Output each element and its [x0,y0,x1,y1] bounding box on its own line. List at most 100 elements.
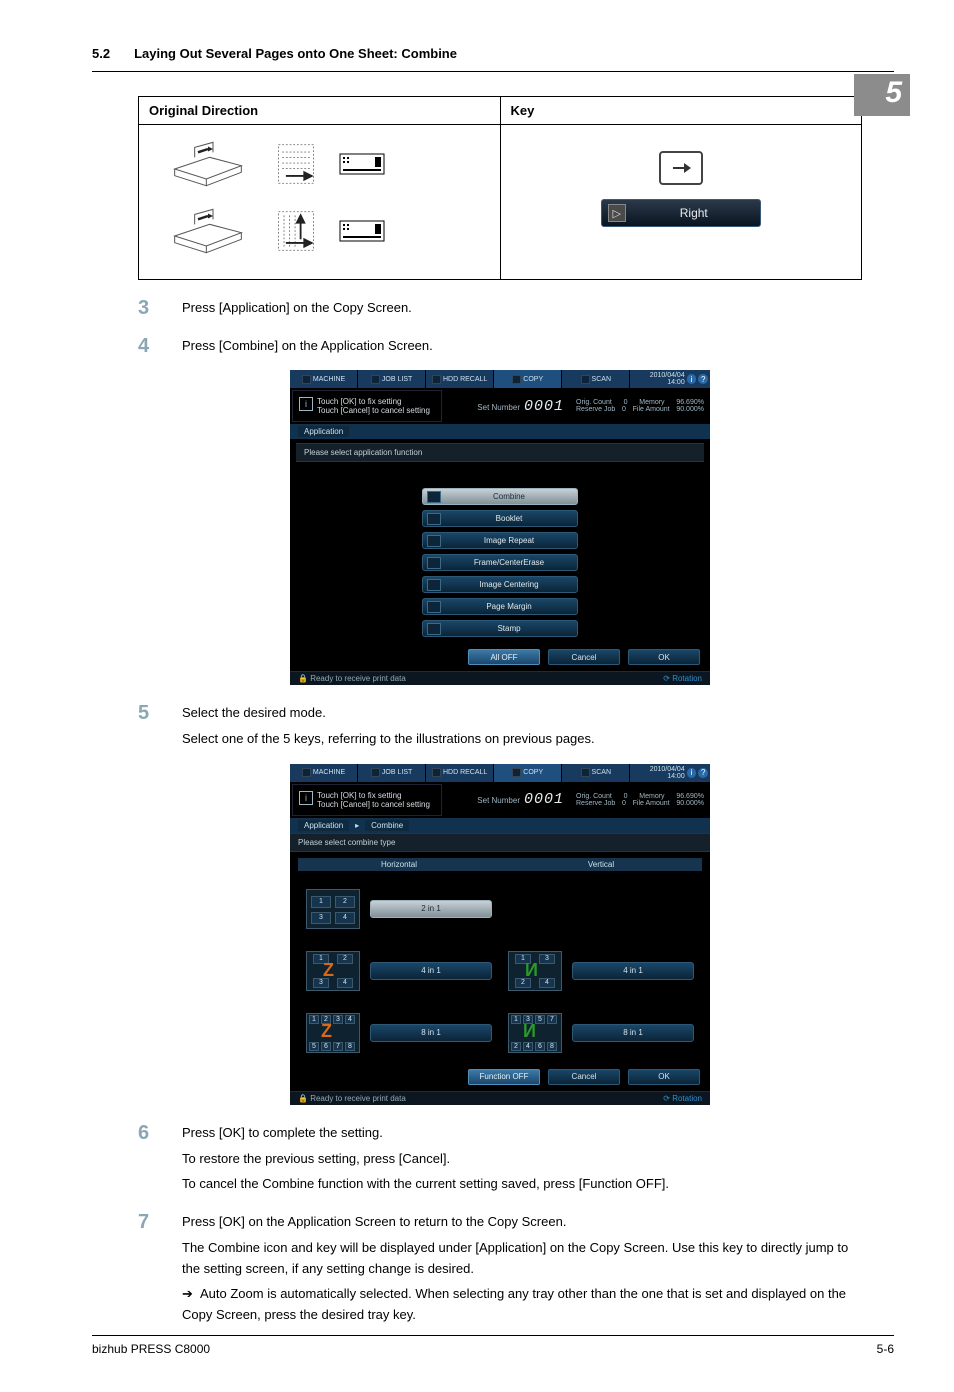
printer-icon [163,139,253,192]
tab-joblist[interactable]: JOB LIST [358,764,426,782]
section-number: 5.2 [92,46,110,61]
image-centering-icon [427,579,441,591]
app-btn-page-margin[interactable]: Page Margin [422,598,578,615]
cancel-button[interactable]: Cancel [548,1069,620,1085]
cancel-button[interactable]: Cancel [548,649,620,665]
direction-illustration-cell [139,125,501,280]
app-btn-image-centering[interactable]: Image Centering [422,576,578,593]
key-cell: ▷ Right [500,125,862,280]
step-5-sub: Select one of the 5 keys, referring to t… [182,729,862,750]
btn-4in1-h[interactable]: 4 in 1 [370,962,492,980]
step-text: Select the desired mode. [182,703,862,723]
application-screen: MACHINE JOB LIST HDD RECALL COPY SCAN 20… [290,370,710,685]
combine-screen: MACHINE JOB LIST HDD RECALL COPY SCAN 20… [290,764,710,1105]
frame-erase-icon [427,557,441,569]
thumb-2in1-h: 1 2 3 4 [306,889,360,929]
hint-text: Please select application function [296,443,704,462]
step-number: 6 [138,1123,182,1143]
image-repeat-icon [427,535,441,547]
section-header: 5.2 Laying Out Several Pages onto One Sh… [92,42,894,72]
app-btn-combine[interactable]: Combine [422,488,578,505]
right-arrow-icon: ▷ [608,204,626,222]
tab-hddrecall[interactable]: HDD RECALL [426,370,494,388]
page-margin-icon [427,601,441,613]
section-title: Laying Out Several Pages onto One Sheet:… [134,46,457,61]
footer-product: bizhub PRESS C8000 [92,1342,210,1356]
help-icon[interactable]: ? [698,374,708,384]
tab-machine[interactable]: MACHINE [290,370,358,388]
step-7: 7 Press [OK] on the Application Screen t… [138,1212,862,1232]
breadcrumb: Application [290,424,710,439]
document-right-up-icon [273,206,319,259]
crumb-combine: Combine [365,820,409,831]
printer-icon [163,206,253,259]
col-horizontal: Horizontal [298,858,500,871]
chapter-tab: 5 [854,74,910,116]
thumb-4in1-h: 1 2 3 4 Z [306,951,360,991]
document-right-icon [273,139,319,192]
step-7-sub1: The Combine icon and key will be display… [182,1238,862,1280]
status-bar: 🔒 Ready to receive print data ⟳ Rotation [290,1091,710,1105]
tab-joblist[interactable]: JOB LIST [358,370,426,388]
pixel-icon-landscape [339,220,385,245]
step-text: Press [OK] to complete the setting. [182,1123,862,1143]
app-btn-stamp[interactable]: Stamp [422,620,578,637]
step-number: 7 [138,1212,182,1232]
tab-hddrecall[interactable]: HDD RECALL [426,764,494,782]
thumb-8in1-h: 1 2 3 4 5 6 7 8 Z [306,1013,360,1053]
info-icon[interactable]: i [687,374,697,384]
step-6-sub1: To restore the previous setting, press [… [182,1149,862,1170]
step-4: 4 Press [Combine] on the Application Scr… [138,336,862,356]
step-text: Press [OK] on the Application Screen to … [182,1212,862,1232]
step-number: 4 [138,336,182,356]
stamp-icon [427,623,441,635]
tab-scan[interactable]: SCAN [562,764,630,782]
status-bar: 🔒 Ready to receive print data ⟳ Rotation [290,671,710,685]
tab-copy[interactable]: COPY [494,370,562,388]
ok-button[interactable]: OK [628,1069,700,1085]
info-icon: i [299,397,313,411]
pixel-icon-landscape [339,153,385,178]
direction-key-table: Original Direction Key [138,96,862,280]
arrow-right-icon: ➔ [182,1284,200,1305]
right-arrow-icon [659,151,703,185]
function-off-button[interactable]: Function OFF [468,1069,540,1085]
status-time: 2010/04/04 14:00i? [630,370,710,388]
info-icon[interactable]: i [687,768,697,778]
set-number: Set Number0001 [444,388,570,424]
right-key-button[interactable]: ▷ Right [601,199,761,227]
combine-icon [427,491,441,503]
page-footer: bizhub PRESS C8000 5-6 [92,1335,894,1356]
btn-8in1-v[interactable]: 8 in 1 [572,1024,694,1042]
btn-8in1-h[interactable]: 8 in 1 [370,1024,492,1042]
col-header-direction: Original Direction [139,97,501,125]
tab-machine[interactable]: MACHINE [290,764,358,782]
app-btn-booklet[interactable]: Booklet [422,510,578,527]
app-btn-image-repeat[interactable]: Image Repeat [422,532,578,549]
tab-copy[interactable]: COPY [494,764,562,782]
step-number: 5 [138,703,182,723]
counters: Orig. Count0Memory96.690% Reserve Job0Fi… [570,388,710,424]
status-time: 2010/04/04 14:00i? [630,764,710,782]
set-number: Set Number0001 [444,782,570,818]
breadcrumb: Application ▸ Combine [290,818,710,833]
help-icon[interactable]: ? [698,768,708,778]
ok-button[interactable]: OK [628,649,700,665]
chevron-right-icon: ▸ [355,821,359,830]
thumb-8in1-v: 1 3 5 7 2 4 6 8 И [508,1013,562,1053]
step-number: 3 [138,298,182,318]
hint-text: Please select combine type [290,833,710,852]
step-text: Press [Application] on the Copy Screen. [182,298,862,318]
app-btn-frame-erase[interactable]: Frame/CenterErase [422,554,578,571]
crumb-application[interactable]: Application [298,820,349,831]
tab-scan[interactable]: SCAN [562,370,630,388]
btn-2in1[interactable]: 2 in 1 [370,900,492,918]
step-6-sub2: To cancel the Combine function with the … [182,1174,862,1195]
counters: Orig. Count0Memory96.690% Reserve Job0Fi… [570,782,710,818]
all-off-button[interactable]: All OFF [468,649,540,665]
booklet-icon [427,513,441,525]
thumb-4in1-v: 1 3 2 4 И [508,951,562,991]
info-message: i Touch [OK] to fix settingTouch [Cancel… [292,784,442,816]
col-header-key: Key [500,97,862,125]
btn-4in1-v[interactable]: 4 in 1 [572,962,694,980]
